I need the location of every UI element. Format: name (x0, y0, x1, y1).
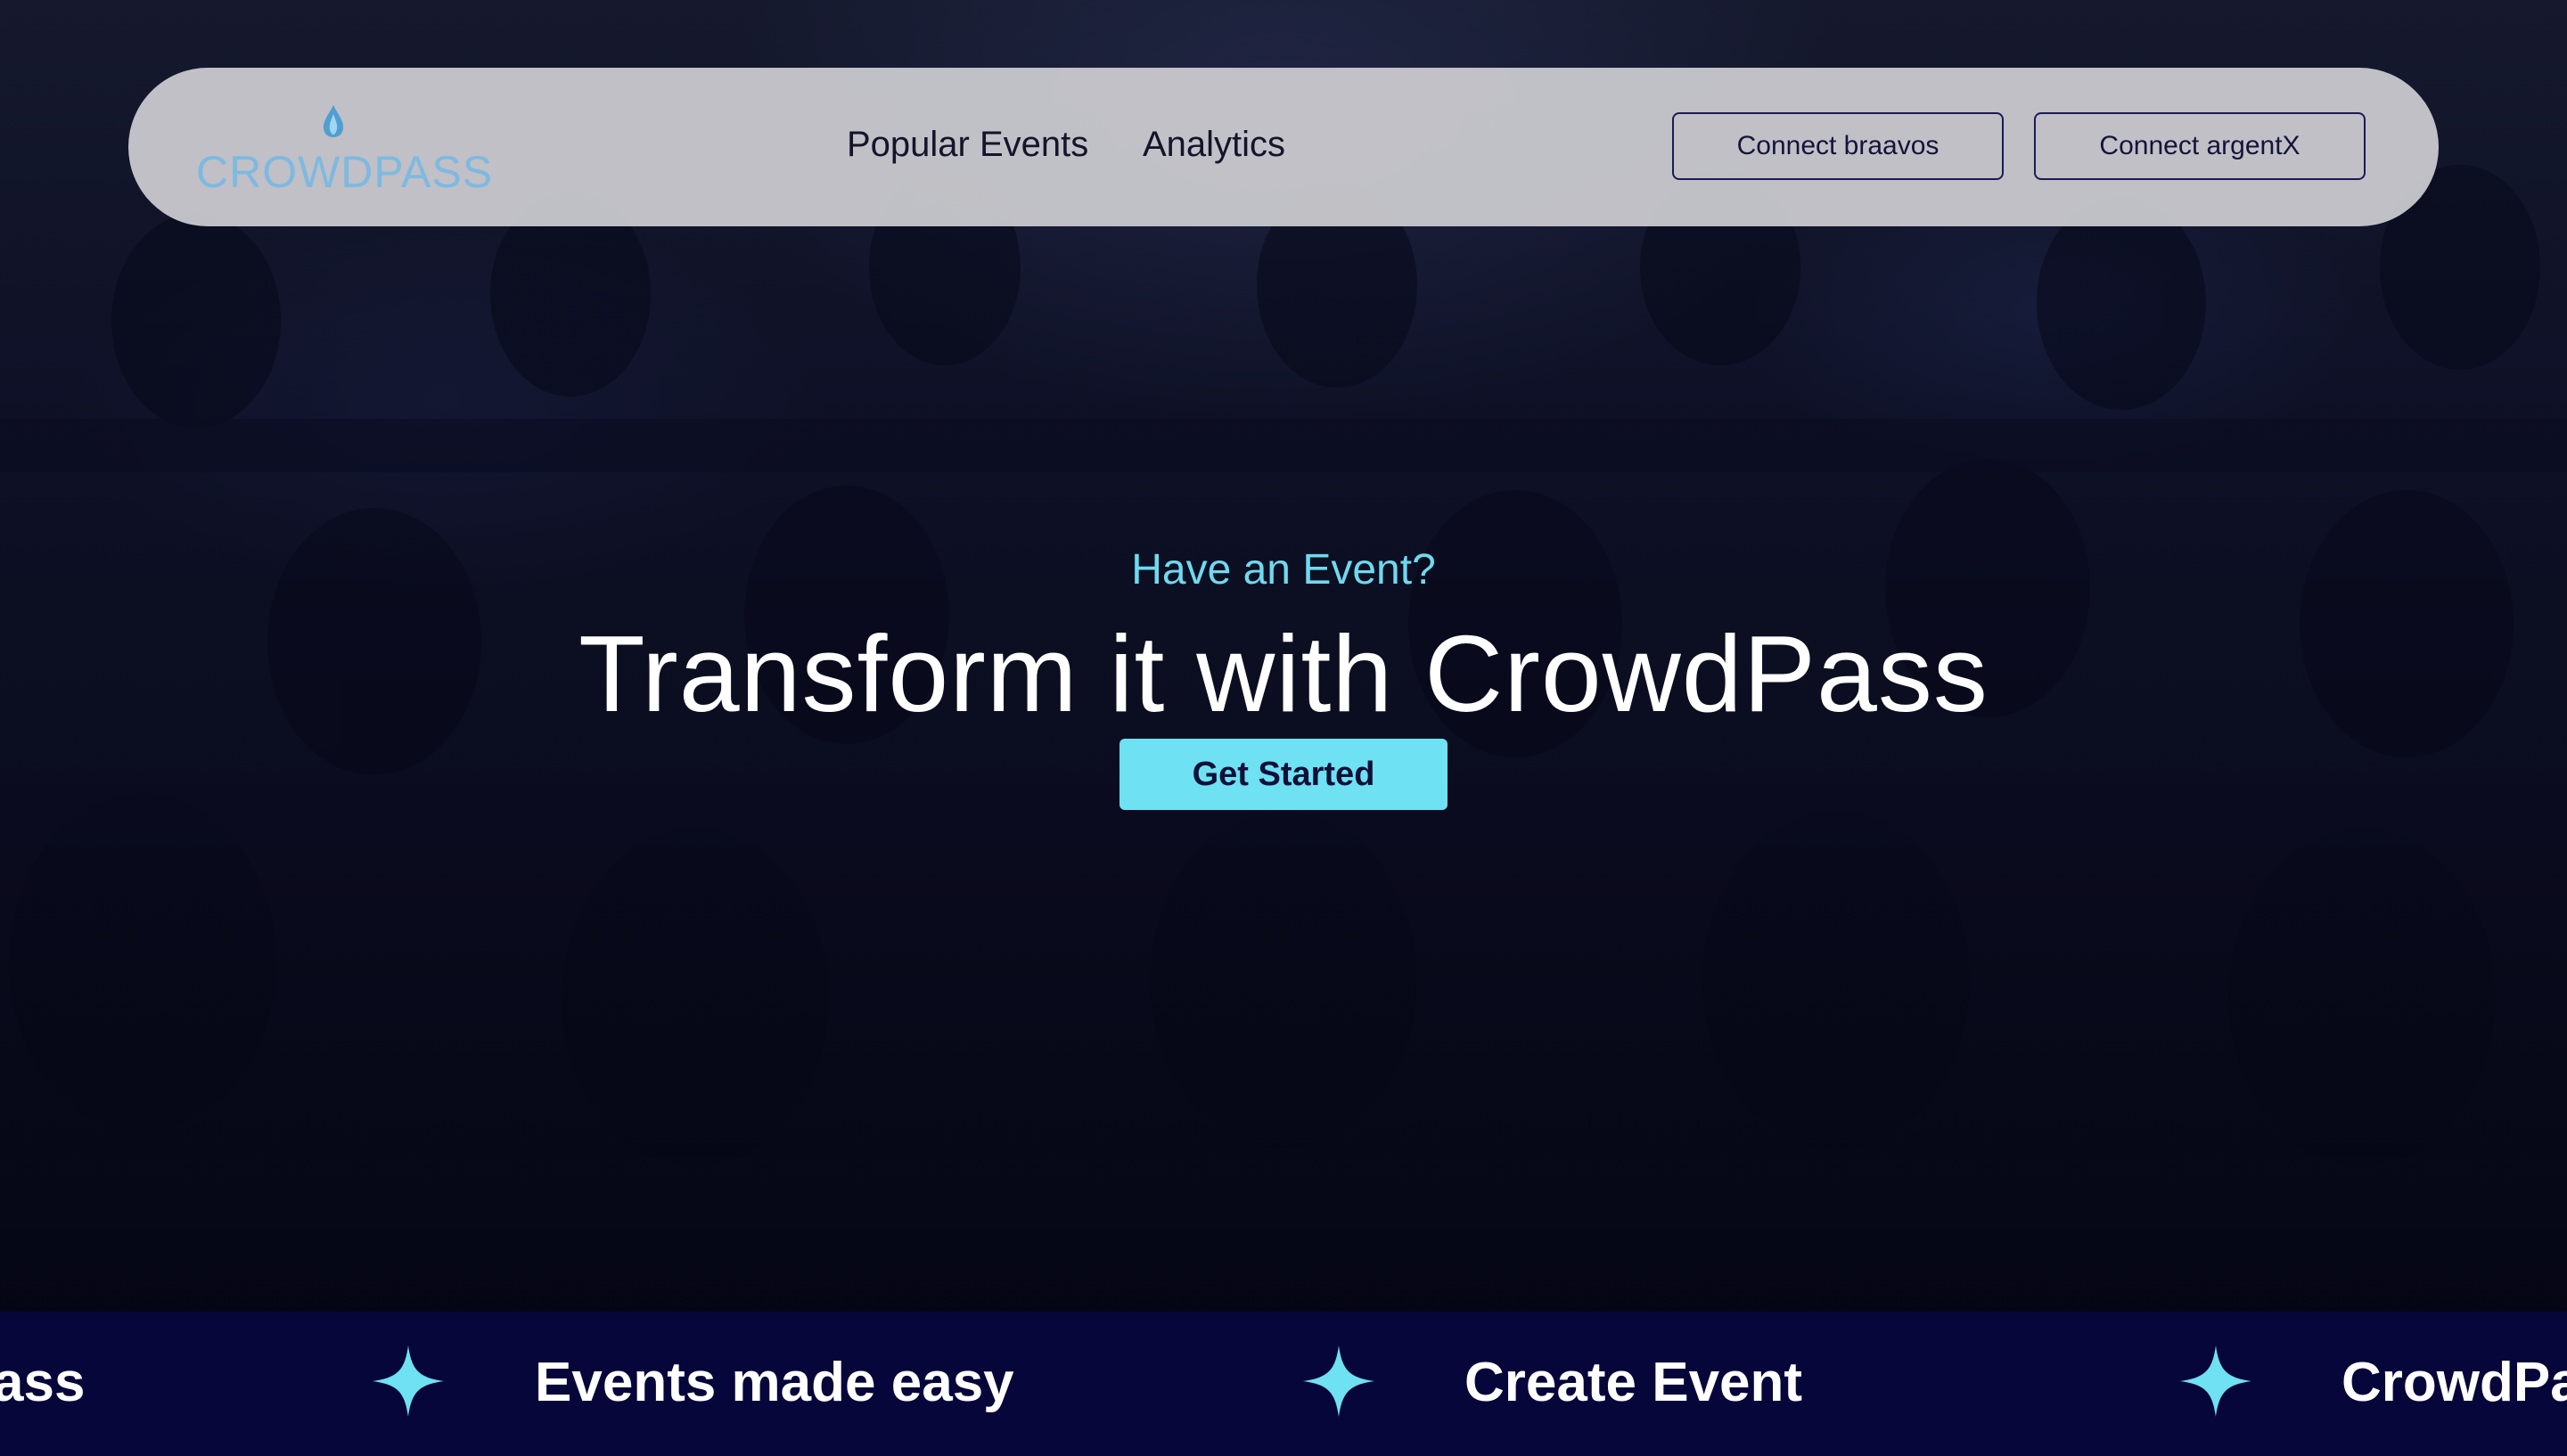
logo-flame-icon (323, 105, 344, 137)
four-point-star-icon (373, 1346, 444, 1417)
get-started-button[interactable]: Get Started (1119, 739, 1448, 810)
connect-argentx-button[interactable]: Connect argentX (2034, 112, 2366, 180)
navbar: CROWDPASS Popular Events Analytics Conne… (128, 68, 2439, 226)
marquee-strip: ass Events made easy Create Event CrowdP… (0, 1312, 2567, 1456)
marquee-item: CrowdPa (2341, 1352, 2567, 1413)
marquee-item: Events made easy (535, 1352, 1014, 1413)
nav-link-popular-events[interactable]: Popular Events (847, 125, 1088, 165)
connect-braavos-button[interactable]: Connect braavos (1672, 112, 2004, 180)
crowdpass-logo[interactable]: CROWDPASS (196, 105, 492, 197)
hero-title: Transform it with CrowdPass (578, 613, 1989, 734)
marquee-item: Create Event (1464, 1352, 1803, 1413)
four-point-star-icon (1303, 1346, 1374, 1417)
nav-link-analytics[interactable]: Analytics (1143, 125, 1285, 165)
logo-wordmark: CROWDPASS (196, 147, 494, 197)
hero-eyebrow: Have an Event? (1131, 546, 1436, 593)
four-point-star-icon (2180, 1346, 2251, 1417)
marquee-item: ass (0, 1352, 86, 1413)
